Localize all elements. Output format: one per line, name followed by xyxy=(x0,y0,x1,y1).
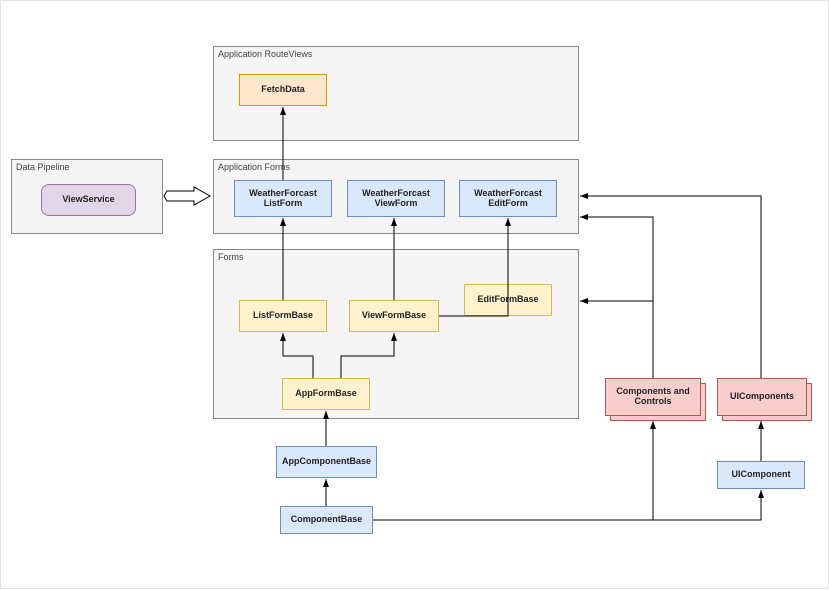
arrow-componentbase-to-components xyxy=(373,421,653,520)
arrow-appformbase-to-listformbase xyxy=(283,333,313,378)
arrows-layer xyxy=(1,1,829,590)
arrow-uicomponents-to-appforms xyxy=(580,196,761,378)
arrow-components-to-appforms xyxy=(580,217,653,301)
arrow-viewformbase-to-editformbase xyxy=(439,284,508,316)
arrow-components-to-forms xyxy=(580,301,653,378)
arrow-componentbase-to-uicomponent xyxy=(653,490,761,520)
diagram-frame: Data Pipeline ViewService Application Ro… xyxy=(0,0,829,589)
arrow-appformbase-to-viewformbase xyxy=(341,333,394,378)
arrow-viewservice-to-appforms xyxy=(164,187,210,205)
